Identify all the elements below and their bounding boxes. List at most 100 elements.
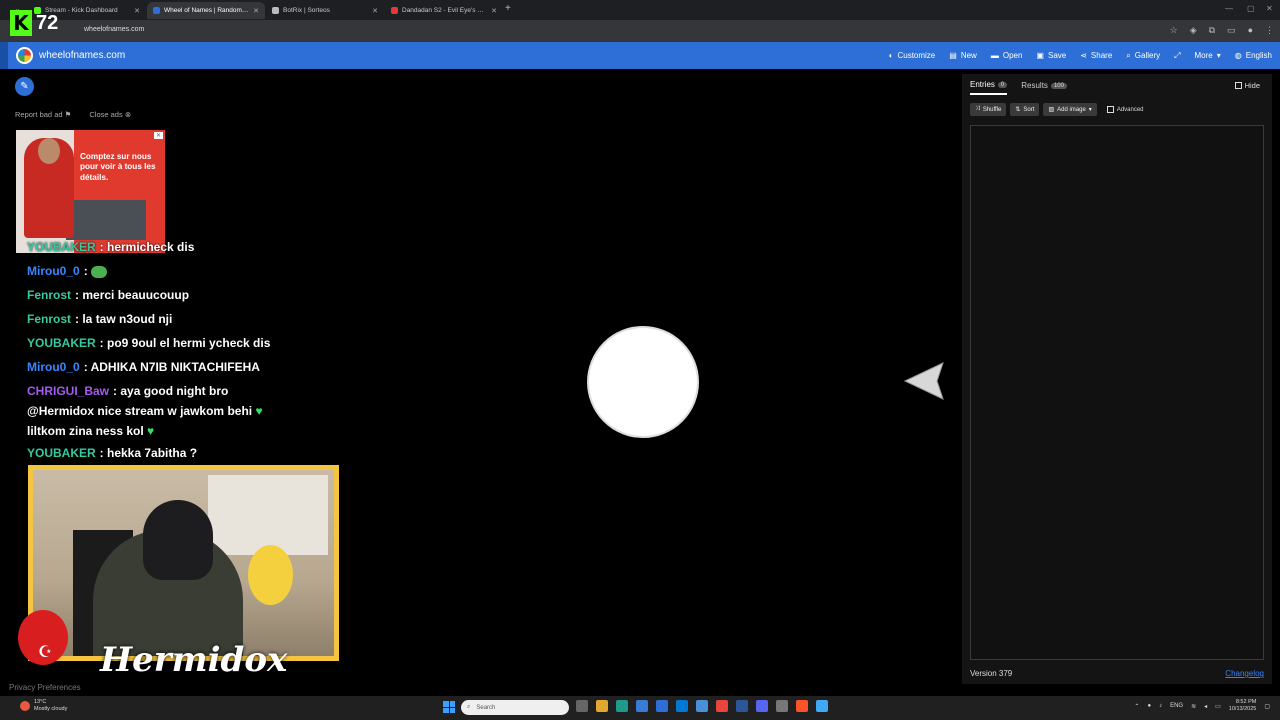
chrome-icon[interactable] <box>716 700 728 712</box>
privacy-preferences-link[interactable]: Privacy Preferences <box>9 683 81 692</box>
menu-save[interactable]: ▣ Save <box>1036 51 1066 60</box>
button-label: Shuffle <box>982 106 1002 113</box>
battery-icon[interactable]: ▭ <box>1215 703 1221 710</box>
kick-logo-icon: K <box>10 10 32 36</box>
ad-close-icon[interactable]: ✕ <box>153 132 163 139</box>
tab-dandadan[interactable]: Dandadan S2 - Evil Eye's exorci ✕ <box>385 2 503 19</box>
store-icon[interactable] <box>636 700 648 712</box>
volume-icon[interactable]: ◂ <box>1204 703 1207 710</box>
sidebar-icon[interactable]: ▭ <box>1227 25 1236 36</box>
windows-taskbar: 13°C Mostly cloudy ⌕ Search ⌃ ● ♪ ENG ≋ ◂… <box>0 696 1280 720</box>
menu-language[interactable]: ◍ English <box>1235 51 1272 60</box>
webcam-overlay <box>28 465 339 661</box>
folder-icon: ▬ <box>990 51 999 60</box>
discord-icon[interactable] <box>756 700 768 712</box>
hide-checkbox[interactable]: Hide <box>1234 81 1260 90</box>
ad-person-head <box>38 138 60 164</box>
wheel-favicon-icon <box>153 7 160 14</box>
close-window-icon[interactable]: ✕ <box>1266 4 1273 13</box>
system-tray: ⌃ ● ♪ ENG ≋ ◂ ▭ 8:52 PM 10/13/2025 ▢ <box>1134 699 1270 713</box>
menu-more[interactable]: More ▾ <box>1195 51 1221 60</box>
chat-message: Fenrost: merci beauucouup <box>27 288 189 302</box>
extension-icon[interactable]: ◈ <box>1190 25 1197 36</box>
notification-icon[interactable]: ▢ <box>1264 703 1270 710</box>
mail-icon[interactable] <box>676 700 688 712</box>
menu-label: Gallery <box>1134 51 1161 60</box>
tab-entries[interactable]: Entries 0 <box>970 80 1008 95</box>
tray-app-icon[interactable]: ● <box>1147 703 1151 709</box>
app-icon[interactable] <box>656 700 668 712</box>
close-circle-icon: ⊗ <box>124 110 132 119</box>
close-icon[interactable]: ✕ <box>372 7 378 15</box>
report-bad-ad-link[interactable]: Report bad ad ⚑ <box>15 110 71 119</box>
chat-text: : hermicheck dis <box>99 240 195 254</box>
menu-fullscreen[interactable]: ⤢ <box>1174 51 1180 61</box>
maximize-icon[interactable]: ▢ <box>1247 4 1255 13</box>
sort-button[interactable]: ⇅ Sort <box>1010 103 1040 116</box>
pepe-emote-icon <box>91 265 108 278</box>
file-explorer-icon[interactable] <box>596 700 608 712</box>
advertisement[interactable]: Comptez sur nous pour voir à tous les dé… <box>16 130 165 253</box>
spin-wheel[interactable] <box>587 326 699 438</box>
profile-icon[interactable]: ● <box>1248 25 1253 36</box>
language-indicator[interactable]: ENG <box>1170 703 1183 709</box>
chat-message: YOUBAKER: hekka 7abitha ? <box>27 446 197 460</box>
tab-results[interactable]: Results 100 <box>1021 80 1067 95</box>
app-title[interactable]: wheelofnames.com <box>39 50 125 61</box>
changelog-link[interactable]: Changelog <box>1225 669 1264 678</box>
taskbar-apps <box>576 700 828 712</box>
report-label: Report bad ad <box>15 110 63 119</box>
url-field[interactable]: wheelofnames.com <box>84 26 144 33</box>
shuffle-button[interactable]: ⤨ Shuffle <box>970 103 1007 116</box>
clock-date: 10/13/2025 <box>1228 706 1257 713</box>
tray-chevron-icon[interactable]: ⌃ <box>1134 703 1139 710</box>
add-image-button[interactable]: ▨ Add image ▾ <box>1043 103 1097 116</box>
start-button[interactable] <box>443 701 455 713</box>
wheel-logo-icon[interactable] <box>16 47 33 64</box>
taskbar-search[interactable]: ⌕ Search <box>461 700 569 715</box>
menu-customize[interactable]: ◐ Customize <box>889 51 936 60</box>
menu-open[interactable]: ▬ Open <box>991 51 1023 60</box>
new-tab-icon[interactable]: + <box>505 3 511 14</box>
menu-label: Open <box>1002 51 1023 60</box>
obs-icon[interactable] <box>776 700 788 712</box>
extensions-puzzle-icon[interactable]: ⧉ <box>1209 25 1215 36</box>
close-ads-link[interactable]: Close ads ⊗ <box>89 110 131 119</box>
menu-share[interactable]: ⋖ Share <box>1080 51 1112 60</box>
chat-text: : merci beauucouup <box>75 288 190 302</box>
menu-gallery[interactable]: ⌕ Gallery <box>1126 51 1160 61</box>
weather-desc: Mostly cloudy <box>34 706 68 713</box>
advanced-checkbox[interactable]: Advanced <box>1106 103 1144 116</box>
task-view-icon[interactable] <box>576 700 588 712</box>
brave-icon[interactable] <box>796 700 808 712</box>
chat-message: CHRIGUI_Baw: aya good night bro <box>27 384 228 398</box>
chat-username: YOUBAKER <box>27 240 96 254</box>
wifi-icon[interactable]: ≋ <box>1191 703 1196 710</box>
clock[interactable]: 8:52 PM 10/13/2025 <box>1229 699 1257 713</box>
close-icon[interactable]: ✕ <box>491 7 497 15</box>
bookmark-star-icon[interactable]: ☆ <box>1170 25 1178 36</box>
tab-wheel-of-names[interactable]: Wheel of Names | Random nam ✕ <box>147 2 265 19</box>
tab-botrix[interactable]: BotRix | Sorteos ✕ <box>266 2 384 19</box>
menu-label: English <box>1245 51 1272 60</box>
menu-new[interactable]: ▤ New <box>949 51 977 60</box>
entries-textarea[interactable] <box>970 125 1264 660</box>
edit-pencil-button[interactable]: ✎ <box>15 77 34 96</box>
microphone-icon[interactable]: ♪ <box>1159 703 1162 709</box>
search-placeholder: Search <box>476 704 496 711</box>
browser-menu-icon[interactable]: ⋮ <box>1265 25 1274 36</box>
advanced-label: Advanced <box>1116 106 1144 113</box>
edge-icon[interactable] <box>616 700 628 712</box>
close-icon[interactable]: ✕ <box>253 7 259 15</box>
weather-widget[interactable]: 13°C Mostly cloudy <box>20 699 67 713</box>
word-icon[interactable] <box>736 700 748 712</box>
app-icon[interactable] <box>696 700 708 712</box>
image-icon: ▨ <box>1048 107 1055 113</box>
pikachu-plush <box>248 545 293 605</box>
chat-text: : ADHIKA N7IB NIKTACHIFEHA <box>83 360 260 374</box>
minimize-icon[interactable]: — <box>1225 4 1233 13</box>
palette-icon: ◐ <box>888 51 894 60</box>
notepad-icon[interactable] <box>816 700 828 712</box>
kick-viewer-overlay: K 72 <box>10 8 74 38</box>
close-icon[interactable]: ✕ <box>134 7 140 15</box>
